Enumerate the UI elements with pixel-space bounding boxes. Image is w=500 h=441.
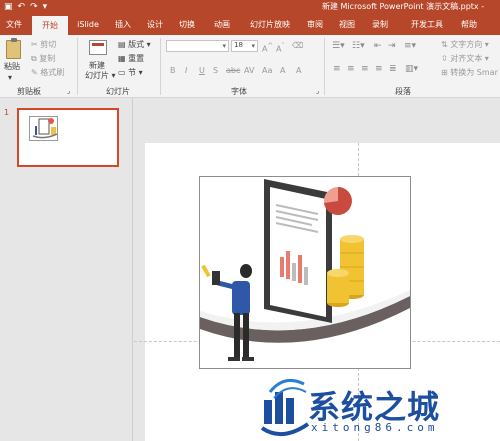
change-case-button[interactable]: Aa (262, 66, 272, 76)
slide-number: 1 (4, 108, 10, 117)
distributed-icon[interactable]: ≣ (389, 64, 397, 74)
quick-access-toolbar: ▣ ↶ ↷ ▾ (4, 1, 47, 13)
font-dialog-launcher-icon[interactable]: ⌟ (316, 86, 319, 96)
thumbnail-picture (29, 116, 58, 141)
watermark-url: xitong86.com (311, 421, 439, 434)
copy-icon: ⧉ (31, 54, 37, 63)
tab-review[interactable]: 审阅 (301, 14, 329, 35)
layout-button[interactable]: ▤ 版式 ▾ (118, 40, 151, 50)
group-separator (77, 38, 78, 95)
section-button[interactable]: ▭ 节 ▾ (118, 68, 143, 78)
align-text-icon: ⇳ (441, 54, 448, 63)
align-left-icon[interactable]: ≡ (333, 64, 341, 74)
tab-file[interactable]: 文件 (0, 14, 28, 35)
shadow-button[interactable]: S (213, 66, 218, 76)
copy-button[interactable]: ⧉ 复制 (31, 54, 55, 64)
tab-home[interactable]: 开始 (32, 16, 68, 35)
slide-thumbnail[interactable] (17, 108, 119, 167)
clear-formatting-icon[interactable]: ⌫ (292, 41, 303, 51)
highlight-button[interactable]: A (280, 66, 285, 76)
watermark-logo-icon (260, 378, 310, 436)
paste-icon[interactable] (6, 38, 21, 59)
group-separator (160, 38, 161, 95)
window-title: 新建 Microsoft PowerPoint 演示文稿.pptx - (322, 2, 485, 11)
chevron-down-icon: ▾ (222, 42, 226, 50)
ribbon: 粘贴 ▾ ✂ 剪切 ⧉ 复制 ✎ 格式刷 剪贴板 ⌟ 新建 幻灯片 ▾ ▤ 版式… (0, 35, 500, 98)
ribbon-tab-bar: 文件 开始 iSlide 插入 设计 切换 动画 幻灯片放映 审阅 视图 录制 … (0, 14, 500, 35)
inserted-picture[interactable] (199, 176, 411, 369)
customize-qat-button[interactable]: ▾ (43, 1, 48, 13)
columns-icon[interactable]: ▥▾ (405, 64, 418, 74)
tab-slideshow[interactable]: 幻灯片放映 (244, 14, 296, 35)
section-icon: ▭ (118, 68, 126, 77)
save-icon[interactable]: ▣ (4, 1, 13, 13)
scissors-icon: ✂ (31, 40, 38, 49)
line-spacing-icon[interactable]: ≡▾ (404, 41, 416, 51)
tab-islide[interactable]: iSlide (71, 14, 105, 35)
strikethrough-button[interactable]: abc (226, 66, 240, 76)
redo-icon[interactable]: ↷ (30, 1, 38, 13)
new-slide-icon[interactable] (89, 40, 107, 55)
bullets-icon[interactable]: ☰▾ (332, 41, 345, 51)
tab-animations[interactable]: 动画 (205, 14, 239, 35)
clipboard-group-label: 剪贴板 (17, 87, 41, 96)
italic-button[interactable]: I (185, 66, 187, 76)
tab-view[interactable]: 视图 (333, 14, 361, 35)
tab-developer[interactable]: 开发工具 (405, 14, 449, 35)
smartart-icon: ⊞ (441, 68, 448, 77)
align-text-button[interactable]: ⇳ 对齐文本 ▾ (441, 54, 489, 64)
format-painter-button[interactable]: ✎ 格式刷 (31, 68, 64, 78)
justify-icon[interactable]: ≡ (375, 64, 383, 74)
slides-group-label: 幻灯片 (106, 87, 130, 96)
tab-design[interactable]: 设计 (141, 14, 169, 35)
paste-button[interactable]: 粘贴 (4, 62, 20, 72)
chevron-down-icon: ▾ (251, 42, 255, 50)
numbering-icon[interactable]: ☷▾ (352, 41, 365, 51)
align-center-icon[interactable]: ≡ (347, 64, 355, 74)
text-direction-icon: ⇅ (441, 40, 448, 49)
convert-smartart-button[interactable]: ⊞ 转换为 Smar (441, 68, 498, 78)
undo-icon[interactable]: ↶ (18, 1, 26, 13)
reset-button[interactable]: ▦ 重置 (118, 54, 144, 64)
new-slide-label-2[interactable]: 幻灯片 ▾ (85, 71, 116, 81)
font-size-combobox[interactable]: 18 ▾ (231, 40, 258, 52)
font-name-combobox[interactable]: ▾ (166, 40, 229, 52)
group-separator (324, 38, 325, 95)
font-color-button[interactable]: A (296, 66, 301, 76)
bold-button[interactable]: B (170, 66, 176, 76)
underline-button[interactable]: U (199, 66, 205, 76)
paragraph-group-label: 段落 (395, 87, 411, 96)
decrease-font-size-button[interactable]: Aˇ (276, 41, 285, 55)
report-illustration (200, 179, 410, 361)
tab-record[interactable]: 录制 (366, 14, 394, 35)
tab-insert[interactable]: 插入 (109, 14, 137, 35)
increase-indent-icon[interactable]: ⇥ (388, 41, 396, 51)
text-direction-button[interactable]: ⇅ 文字方向 ▾ (441, 40, 489, 50)
paste-dropdown-chevron-icon[interactable]: ▾ (8, 73, 12, 83)
layout-icon: ▤ (118, 40, 126, 49)
align-right-icon[interactable]: ≡ (361, 64, 369, 74)
title-bar: ▣ ↶ ↷ ▾ 新建 Microsoft PowerPoint 演示文稿.ppt… (0, 0, 500, 14)
clipboard-dialog-launcher-icon[interactable]: ⌟ (67, 86, 70, 96)
tab-help[interactable]: 帮助 (455, 14, 483, 35)
decrease-indent-icon[interactable]: ⇤ (374, 41, 382, 51)
tab-transitions[interactable]: 切换 (173, 14, 201, 35)
font-group-label: 字体 (231, 87, 247, 96)
character-spacing-button[interactable]: AV (244, 66, 254, 76)
brush-icon: ✎ (31, 68, 38, 77)
reset-icon: ▦ (118, 54, 126, 63)
cut-button[interactable]: ✂ 剪切 (31, 40, 56, 50)
new-slide-label-1[interactable]: 新建 (89, 61, 105, 71)
increase-font-size-button[interactable]: A^ (262, 41, 273, 55)
thumbnail-illustration (32, 118, 57, 139)
